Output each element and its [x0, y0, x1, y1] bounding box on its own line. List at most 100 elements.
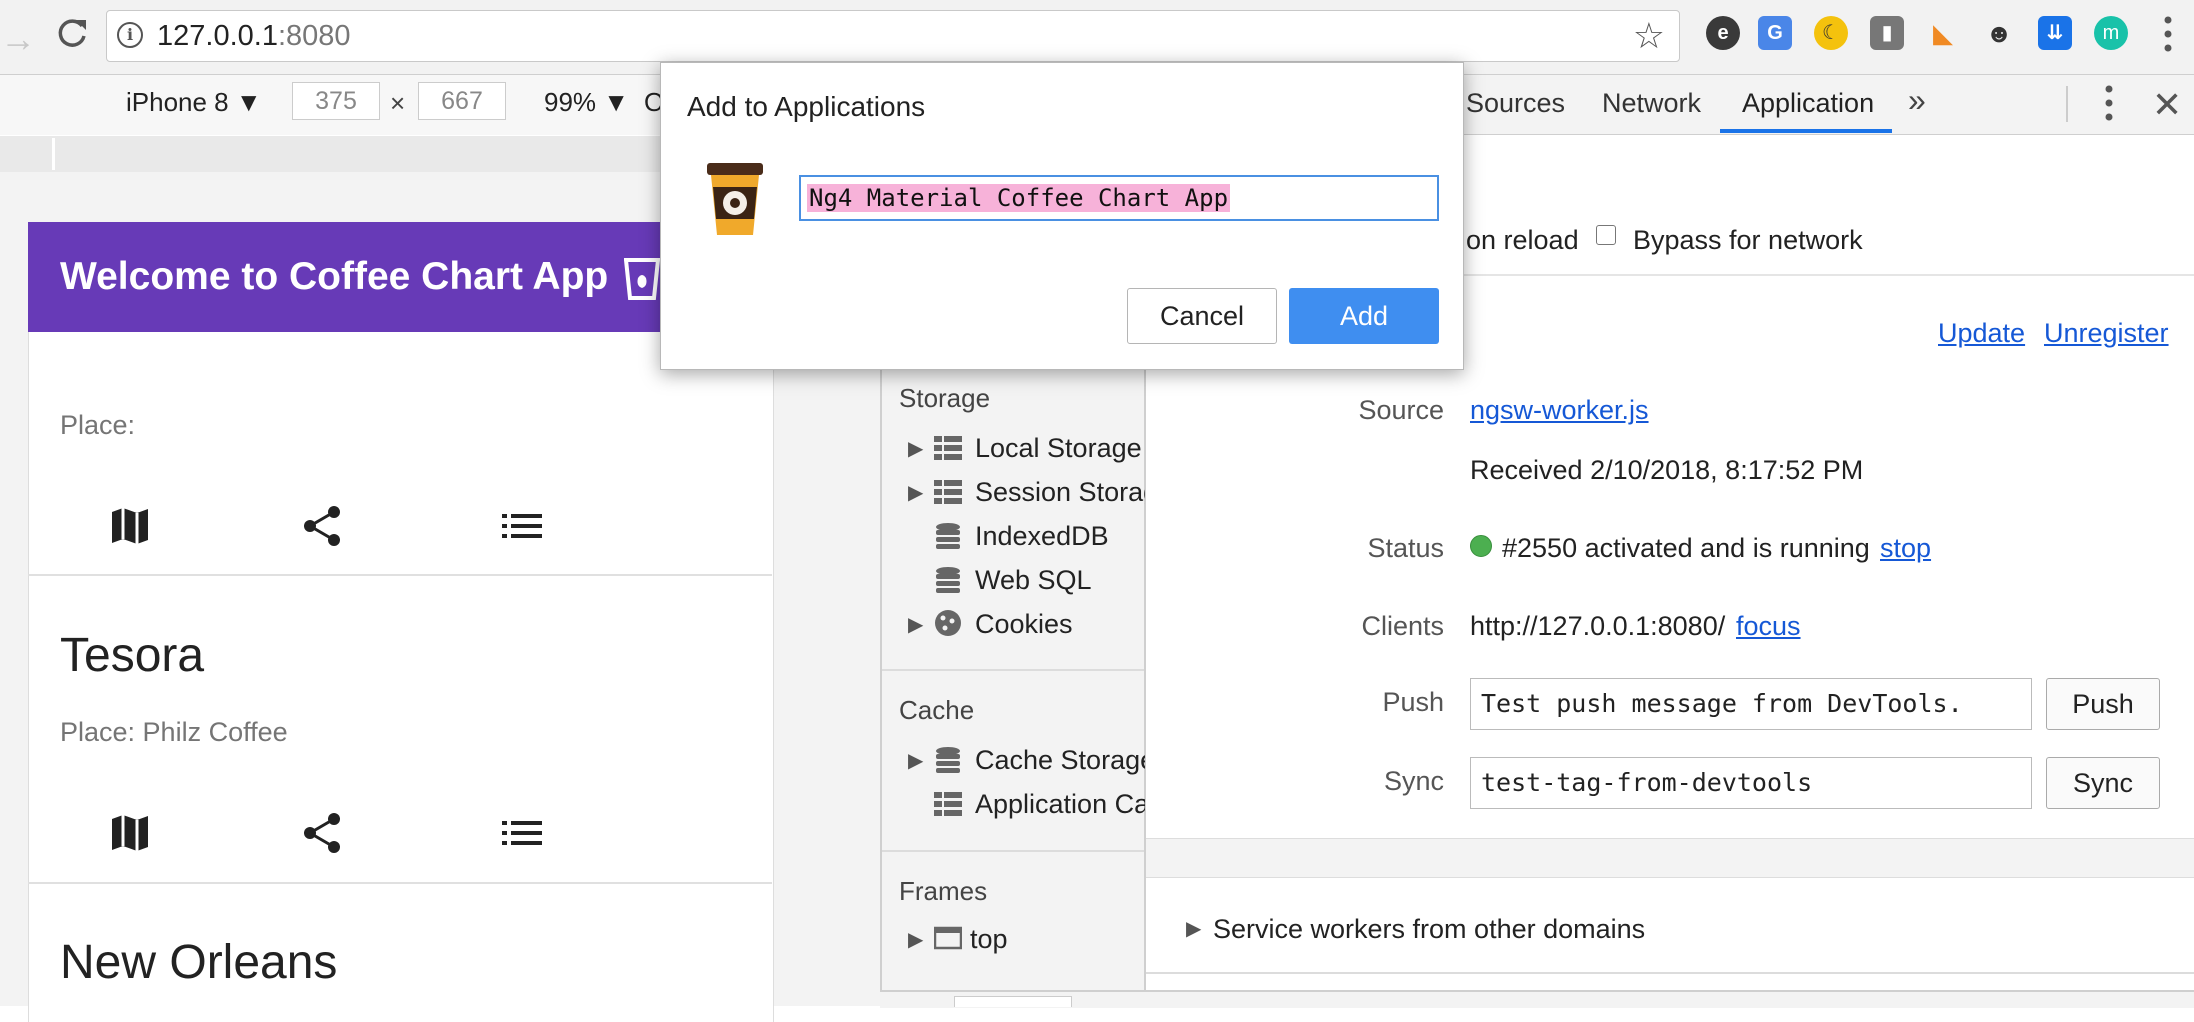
received-timestamp: Received 2/10/2018, 8:17:52 PM: [1470, 455, 1864, 485]
devtools-menu-icon[interactable]: [2104, 84, 2114, 122]
devtools-close-icon[interactable]: ✕: [2152, 84, 2182, 126]
app-name-selected-text: Ng4 Material Coffee Chart App: [807, 184, 1231, 212]
reload-icon[interactable]: [52, 14, 92, 54]
source-label: Source: [1358, 395, 1444, 425]
dark-moon-icon[interactable]: ☾: [1814, 16, 1848, 50]
list-icon[interactable]: [500, 504, 544, 548]
sidebar-item-top-frame[interactable]: top: [970, 924, 1008, 955]
push-button[interactable]: Push: [2046, 678, 2160, 730]
tab-network[interactable]: Network: [1602, 88, 1701, 119]
device-select[interactable]: iPhone 8 ▼: [126, 87, 262, 118]
back-arrow-icon[interactable]: →: [0, 18, 36, 60]
sidebar-item-indexeddb[interactable]: IndexedDB: [975, 521, 1109, 552]
sync-button[interactable]: Sync: [2046, 757, 2160, 809]
share-icon[interactable]: [300, 504, 344, 548]
sidebar-divider: [882, 850, 1144, 852]
toolbar-separator: [2066, 86, 2068, 122]
frame-icon: [934, 926, 962, 950]
bookmark-star-icon[interactable]: ☆: [1633, 15, 1665, 57]
stop-link[interactable]: stop: [1880, 533, 1931, 564]
browser-menu-icon[interactable]: [2162, 14, 2174, 54]
pocket-icon[interactable]: ⇊: [2038, 16, 2072, 50]
sidebar-item-cookies[interactable]: Cookies: [975, 609, 1073, 640]
app-name-input[interactable]: Ng4 Material Coffee Chart App: [799, 175, 1439, 221]
table-icon: [934, 480, 962, 504]
ruler-marker: [52, 138, 55, 170]
bypass-network-checkbox[interactable]: [1596, 225, 1616, 245]
drawer-strip: [880, 990, 2194, 1008]
map-icon[interactable]: [108, 504, 152, 548]
status-indicator-dot: [1470, 535, 1492, 557]
tab-application[interactable]: Application: [1742, 88, 1874, 119]
sidebar-heading-frames: Frames: [899, 876, 988, 906]
expand-triangle-icon[interactable]: ▶: [908, 748, 923, 773]
sidebar-item-web-sql[interactable]: Web SQL: [975, 565, 1092, 596]
dialog-title: Add to Applications: [687, 91, 926, 122]
add-to-applications-dialog: Add to Applications Ng4 Material Coffee …: [660, 62, 1464, 370]
status-label: Status: [1367, 533, 1444, 563]
card-place: Place:: [60, 410, 136, 440]
tag-icon[interactable]: ◣: [1926, 16, 1960, 50]
clients-url: http://127.0.0.1:8080/: [1470, 611, 1726, 641]
cat-icon[interactable]: ☻: [1982, 16, 2016, 50]
expand-triangle-icon[interactable]: ▶: [1186, 916, 1201, 941]
sync-tag-input[interactable]: test-tag-from-devtools: [1470, 757, 2032, 809]
database-icon: [936, 523, 960, 549]
url-host: 127.0.0.1: [157, 20, 278, 52]
card-title: Tesora: [60, 629, 205, 682]
sidebar-item-application-cache[interactable]: Application Cac: [975, 789, 1145, 820]
share-icon[interactable]: [300, 811, 344, 855]
tab-sources[interactable]: Sources: [1466, 88, 1565, 119]
evernote-icon[interactable]: e: [1706, 16, 1740, 50]
table-icon: [934, 436, 962, 460]
update-link[interactable]: Update: [1938, 318, 2025, 349]
source-file-link[interactable]: ngsw-worker.js: [1470, 395, 1649, 426]
update-on-reload-label: on reload: [1466, 225, 1579, 255]
unregister-link[interactable]: Unregister: [2044, 318, 2169, 349]
add-button[interactable]: Add: [1289, 288, 1439, 344]
address-bar[interactable]: i 127.0.0.1:8080 ☆: [106, 10, 1680, 62]
height-input[interactable]: 667: [418, 82, 506, 120]
expand-triangle-icon[interactable]: ▶: [908, 480, 923, 505]
url-port: :8080: [277, 20, 351, 52]
section-separator-band: [1146, 838, 2194, 878]
expand-triangle-icon[interactable]: ▶: [908, 612, 923, 637]
list-icon[interactable]: [500, 811, 544, 855]
map-icon[interactable]: [108, 811, 152, 855]
sidebar-heading-cache: Cache: [899, 695, 975, 725]
more-tabs-icon[interactable]: »: [1908, 82, 1926, 119]
card-place: Place: Philz Coffee: [60, 717, 288, 747]
card-title: New Orleans: [60, 936, 338, 989]
drawer-tab[interactable]: [954, 996, 1072, 1007]
dimension-times: ×: [390, 88, 406, 118]
sidebar-heading-storage: Storage: [899, 383, 991, 413]
focus-link[interactable]: focus: [1736, 611, 1801, 642]
zoom-select[interactable]: 99% ▼: [544, 87, 629, 118]
status-text: #2550 activated and is running: [1502, 533, 1870, 563]
google-translate-icon[interactable]: G: [1758, 16, 1792, 50]
expand-triangle-icon[interactable]: ▶: [908, 927, 923, 952]
sidebar-divider: [882, 669, 1144, 671]
table-icon: [934, 792, 962, 816]
cancel-button[interactable]: Cancel: [1127, 288, 1277, 344]
sidebar-item-session-storage[interactable]: Session Storag: [975, 477, 1145, 508]
width-input[interactable]: 375: [292, 82, 380, 120]
database-icon: [936, 567, 960, 593]
active-tab-underline: [1720, 129, 1892, 133]
profile-icon[interactable]: ▮: [1870, 16, 1904, 50]
card-divider: [28, 882, 772, 884]
sidebar-item-cache-storage[interactable]: Cache Storage: [975, 745, 1145, 776]
push-message-input[interactable]: Test push message from DevTools.: [1470, 678, 2032, 730]
address-url[interactable]: 127.0.0.1:8080: [157, 20, 351, 53]
site-info-icon[interactable]: i: [117, 22, 143, 48]
clients-label: Clients: [1361, 611, 1444, 641]
sidebar-item-local-storage[interactable]: Local Storage: [975, 433, 1142, 464]
bypass-network-label: Bypass for network: [1633, 225, 1863, 255]
other-domains-toggle[interactable]: Service workers from other domains: [1213, 914, 1645, 945]
coffee-app-icon: [707, 163, 763, 235]
m-avatar-icon[interactable]: m: [2094, 16, 2128, 50]
sync-label: Sync: [1383, 766, 1444, 796]
expand-triangle-icon[interactable]: ▶: [908, 436, 923, 461]
media-query-ruler: [0, 136, 765, 173]
coffee-cup-icon[interactable]: [624, 256, 660, 300]
